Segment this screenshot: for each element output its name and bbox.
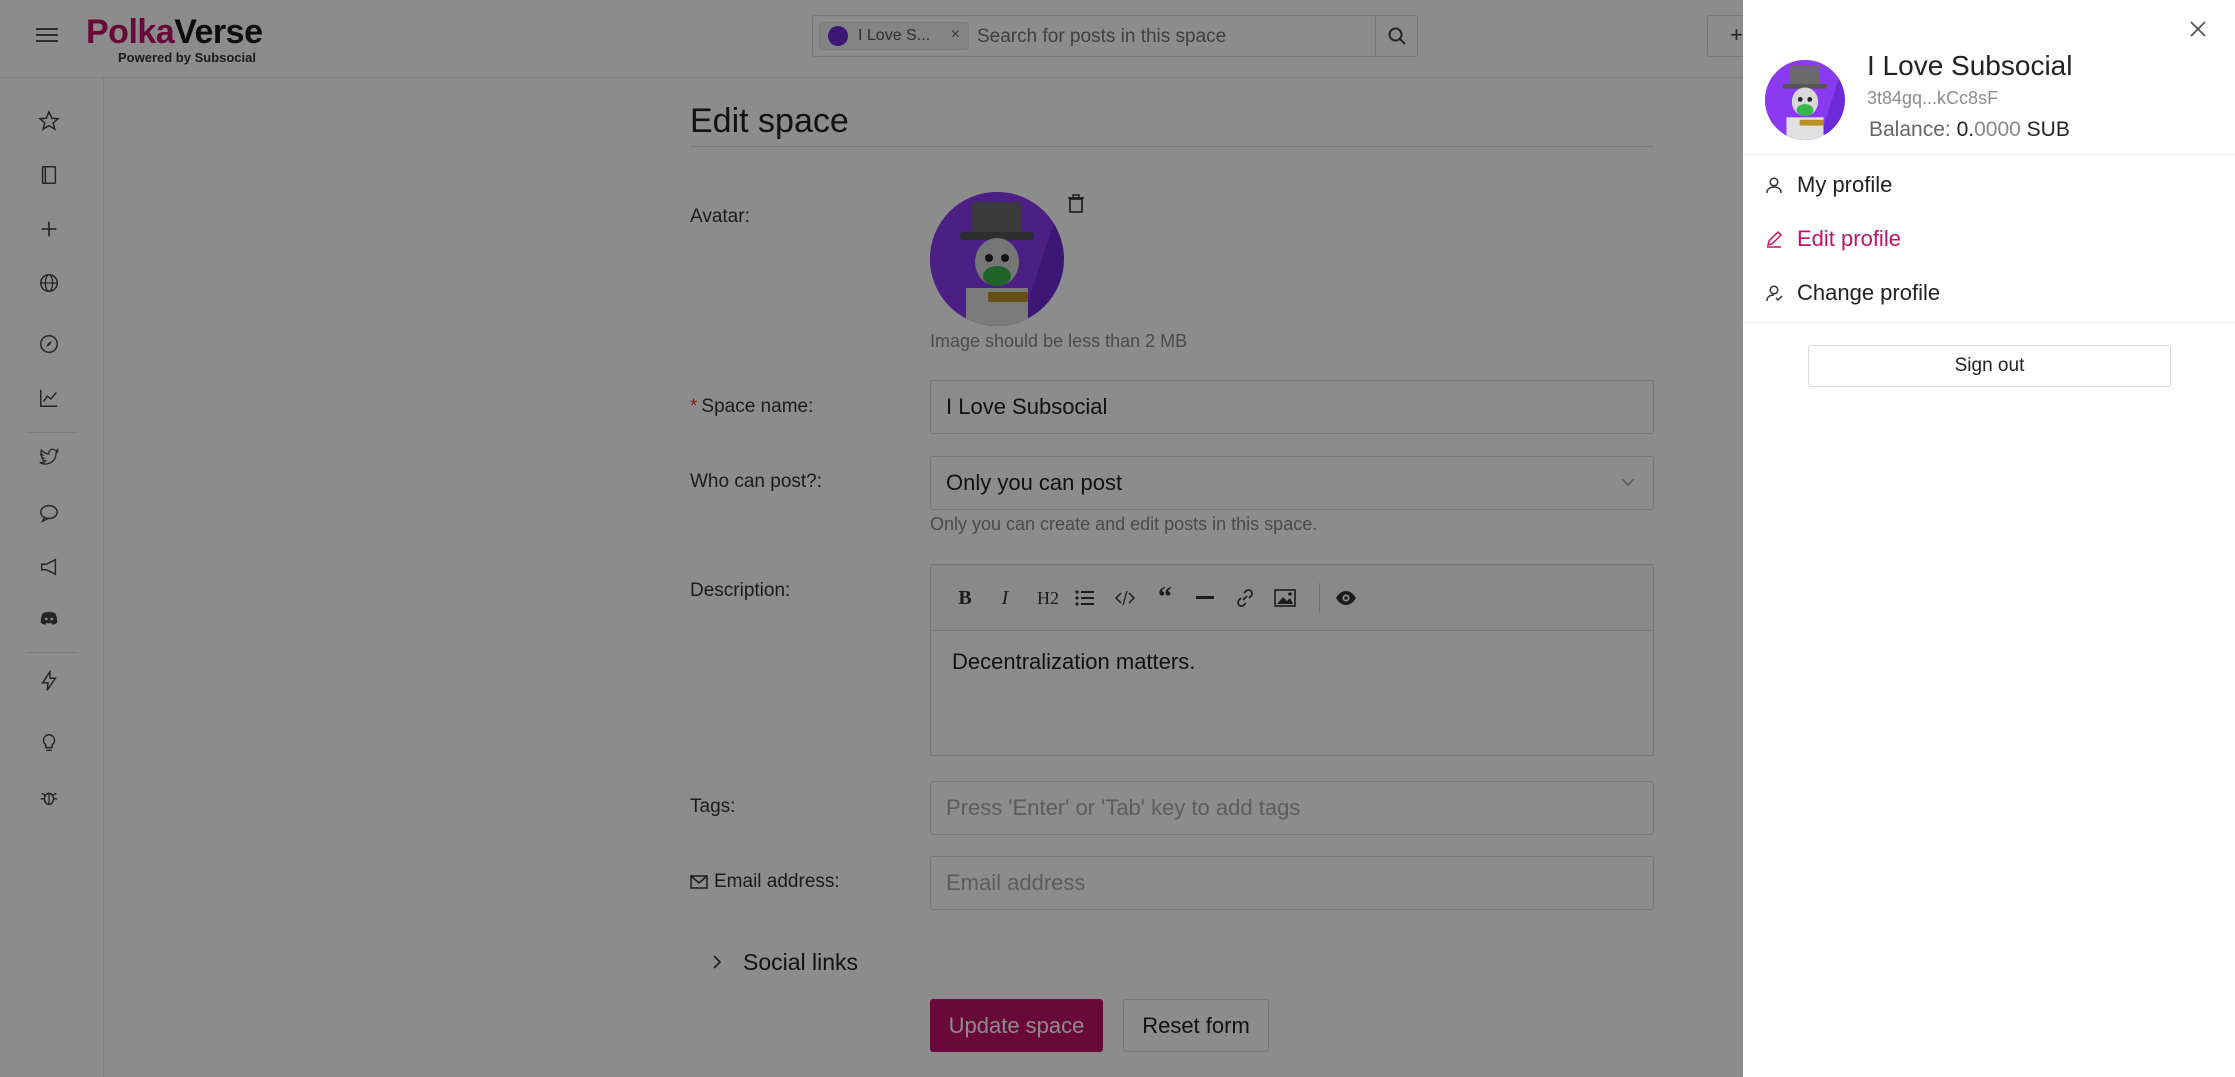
account-balance: Balance: 0.0000 SUB: [1869, 118, 2070, 142]
account-name: I Love Subsocial: [1867, 50, 2073, 81]
balance-dec: 0000: [1974, 118, 2021, 141]
close-icon[interactable]: [2189, 20, 2207, 38]
account-drawer: I Love Subsocial 3t84gq...kCc8sF Balance…: [1743, 0, 2235, 1077]
drawer-divider: [1743, 322, 2235, 323]
my-profile-item[interactable]: My profile: [1765, 172, 1892, 198]
edit-profile-item[interactable]: Edit profile: [1765, 226, 1901, 252]
sign-out-button[interactable]: Sign out: [1808, 345, 2171, 387]
drawer-backdrop[interactable]: [0, 0, 1743, 1077]
drawer-divider: [1743, 154, 2235, 155]
account-address[interactable]: 3t84gq...kCc8sF: [1867, 88, 1998, 109]
avatar[interactable]: [1765, 60, 1845, 140]
edit-profile-label: Edit profile: [1797, 226, 1901, 251]
pencil-icon: [1766, 230, 1783, 248]
user-switch-icon: [1766, 285, 1783, 302]
balance-int: 0.: [1956, 118, 1975, 141]
balance-unit: SUB: [2026, 118, 2070, 141]
user-icon: [1766, 177, 1782, 194]
change-profile-item[interactable]: Change profile: [1765, 280, 1940, 306]
balance-label: Balance:: [1869, 118, 1951, 141]
my-profile-label: My profile: [1797, 172, 1893, 197]
change-profile-label: Change profile: [1797, 280, 1941, 305]
